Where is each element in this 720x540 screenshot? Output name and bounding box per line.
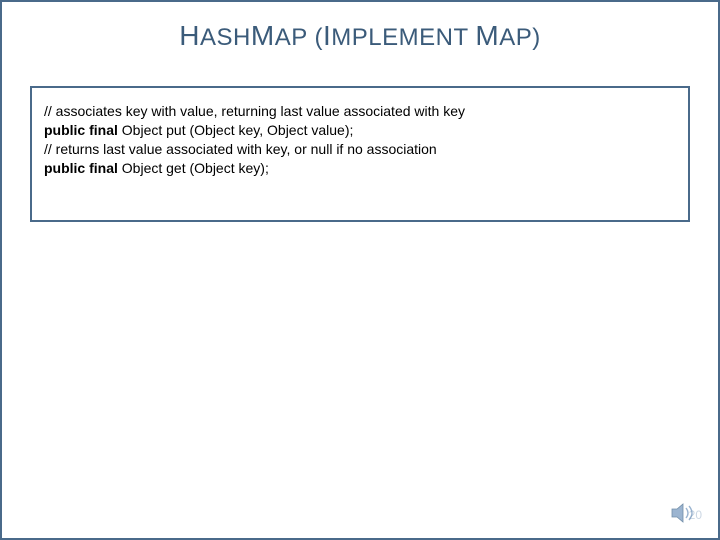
code-text: Object get (Object key);	[118, 160, 269, 176]
title-part: )	[532, 24, 541, 51]
title-part: MPLEMENT	[331, 24, 475, 51]
title-part: H	[179, 20, 200, 51]
keyword: public final	[44, 122, 118, 138]
slide-title: HASHMAP (IMPLEMENT MAP)	[2, 2, 718, 68]
title-part: AP	[275, 24, 308, 51]
code-block: // associates key with value, returning …	[30, 86, 690, 222]
code-line-put: public final Object put (Object key, Obj…	[44, 121, 676, 140]
title-part: ASH	[200, 24, 251, 51]
title-part: M	[251, 20, 275, 51]
page-number: 20	[689, 508, 702, 522]
keyword: public final	[44, 160, 118, 176]
code-text: Object put (Object key, Object value);	[118, 122, 354, 138]
code-line-get: public final Object get (Object key);	[44, 159, 676, 178]
slide-frame: HASHMAP (IMPLEMENT MAP) // associates ke…	[0, 0, 720, 540]
title-part: M	[475, 20, 499, 51]
title-part: AP	[499, 24, 532, 51]
title-part: (	[307, 24, 323, 51]
code-comment-2: // returns last value associated with ke…	[44, 140, 676, 159]
code-comment-1: // associates key with value, returning …	[44, 102, 676, 121]
